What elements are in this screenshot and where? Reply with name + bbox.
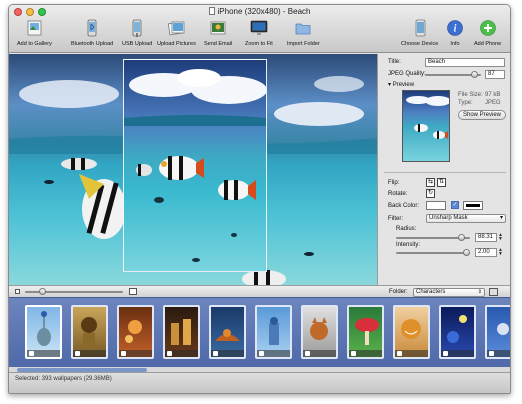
usb-upload-button[interactable]: USB Upload [122, 18, 152, 47]
info-icon: i [445, 18, 465, 38]
check-icon [167, 351, 172, 356]
folder-browse-icon[interactable] [489, 288, 498, 296]
folder-icon [293, 18, 313, 38]
device-preview-frame[interactable] [123, 59, 267, 272]
add-phone-button[interactable]: Add Phone [474, 18, 501, 47]
radius-slider-knob[interactable] [458, 234, 465, 241]
check-icon [397, 351, 402, 356]
thumbnail[interactable] [347, 305, 384, 359]
add-icon [478, 18, 498, 38]
check-icon [305, 351, 310, 356]
thumbnail[interactable] [485, 305, 510, 359]
window-title: iPhone (320x480) - Beach [9, 7, 510, 16]
preview-label: Preview [392, 82, 415, 88]
radius-stepper[interactable]: ▲ ▼ [498, 233, 503, 242]
chevron-down-icon: ▾ [499, 215, 503, 221]
gallery-icon [24, 18, 44, 38]
app-window: iPhone (320x480) - Beach Add to Gallery … [8, 4, 511, 394]
file-size-value: 97 kB [485, 92, 501, 98]
status-bar: Selected: 393 wallpapers (29.36MB) [9, 372, 510, 393]
clownfish-group [136, 156, 256, 262]
title-input[interactable]: Beach [425, 58, 505, 67]
rotate-icon[interactable]: ↻ [426, 189, 435, 198]
thumbnail[interactable] [439, 305, 476, 359]
intensity-slider-knob[interactable] [463, 249, 470, 256]
folder-select[interactable]: Characters ⇕ [413, 288, 485, 297]
file-size-label: File Size: [458, 92, 483, 98]
jpeg-quality-slider-knob[interactable] [470, 71, 478, 78]
thumbnail[interactable] [209, 305, 246, 359]
usb-phone-icon [127, 18, 147, 38]
intensity-stepper[interactable]: ▲ ▼ [498, 248, 503, 257]
device-icon [410, 18, 430, 38]
back-color-label: Back Color: [388, 203, 420, 209]
title-label: Title: [388, 59, 401, 65]
thumbnail[interactable] [163, 305, 200, 359]
bluetooth-upload-button[interactable]: Bluetooth Upload [71, 18, 113, 47]
check-icon [443, 351, 448, 356]
inspector-panel: Title: Beach JPEG Quality: 87 ▾ Preview … [377, 54, 510, 285]
filter-label: Filter: [388, 216, 403, 222]
add-to-gallery-button[interactable]: Add to Gallery [17, 18, 52, 47]
thumbnail-size-slider-knob[interactable] [39, 288, 46, 295]
check-icon [121, 351, 126, 356]
check-icon [351, 351, 356, 356]
check-icon [259, 351, 264, 356]
zoom-to-fit-button[interactable]: Zoom to Fit [245, 18, 273, 47]
back-color-well-black[interactable] [463, 201, 483, 210]
document-icon [208, 7, 215, 15]
import-folder-button[interactable]: Import Folder [287, 18, 320, 47]
scrollbar-thumb[interactable] [17, 367, 147, 372]
small-thumbnail-icon [15, 289, 20, 294]
upload-pictures-button[interactable]: Upload Pictures [157, 18, 196, 47]
flip-vertical-icon[interactable]: ⇅ [437, 178, 446, 187]
rotate-label: Rotate: [388, 191, 408, 197]
check-icon [489, 351, 494, 356]
choose-device-button[interactable]: Choose Device [401, 18, 438, 47]
flip-label: Flip: [388, 180, 400, 186]
check-icon [75, 351, 80, 356]
monitor-icon [249, 18, 269, 38]
email-photo-icon [208, 18, 228, 38]
flip-horizontal-icon[interactable]: ⇆ [426, 178, 435, 187]
svg-text:i: i [454, 24, 457, 35]
panel-divider [384, 172, 506, 173]
jpeg-quality-label: JPEG Quality: [388, 71, 426, 77]
large-thumbnail-icon [129, 288, 137, 295]
send-email-button[interactable]: Send Email [204, 18, 232, 47]
preview-disclosure[interactable]: ▾ Preview [388, 81, 414, 88]
jpeg-quality-input[interactable]: 87 [485, 70, 505, 79]
thumbnail[interactable] [393, 305, 430, 359]
intensity-slider[interactable] [396, 252, 470, 254]
type-value: JPEG [485, 100, 501, 106]
thumbnail[interactable] [255, 305, 292, 359]
info-button[interactable]: i Info [445, 18, 465, 47]
folder-label: Folder: [389, 289, 408, 295]
status-text: Selected: 393 wallpapers (29.36MB) [15, 376, 112, 382]
type-label: Type: [458, 100, 473, 106]
check-icon [213, 351, 218, 356]
radius-label: Radius: [396, 226, 417, 232]
filter-select[interactable]: Unsharp Mask ▾ [426, 214, 506, 223]
check-icon [29, 351, 34, 356]
toolbar: iPhone (320x480) - Beach Add to Gallery … [9, 5, 510, 53]
chevron-updown-icon: ⇕ [477, 289, 482, 295]
thumbnail[interactable] [301, 305, 338, 359]
back-color-checkbox[interactable]: ✓ [451, 201, 459, 209]
thumbnail[interactable] [117, 305, 154, 359]
bluetooth-phone-icon [82, 18, 102, 38]
back-color-well-white[interactable] [426, 201, 446, 210]
preview-thumbnail[interactable] [402, 90, 450, 162]
pictures-icon [166, 18, 186, 38]
thumbnail[interactable] [71, 305, 108, 359]
thumbnail-size-bar: Folder: Characters ⇕ [9, 285, 510, 297]
image-canvas[interactable] [9, 54, 377, 285]
show-preview-button[interactable]: Show Preview [458, 110, 506, 120]
wallpaper-strip [9, 297, 510, 367]
intensity-label: Intensity: [396, 242, 421, 248]
wallpaper-image [124, 69, 266, 262]
thumbnail[interactable] [25, 305, 62, 359]
radius-input[interactable]: 88.31 [475, 233, 497, 242]
intensity-input[interactable]: 2.00 [475, 248, 497, 257]
